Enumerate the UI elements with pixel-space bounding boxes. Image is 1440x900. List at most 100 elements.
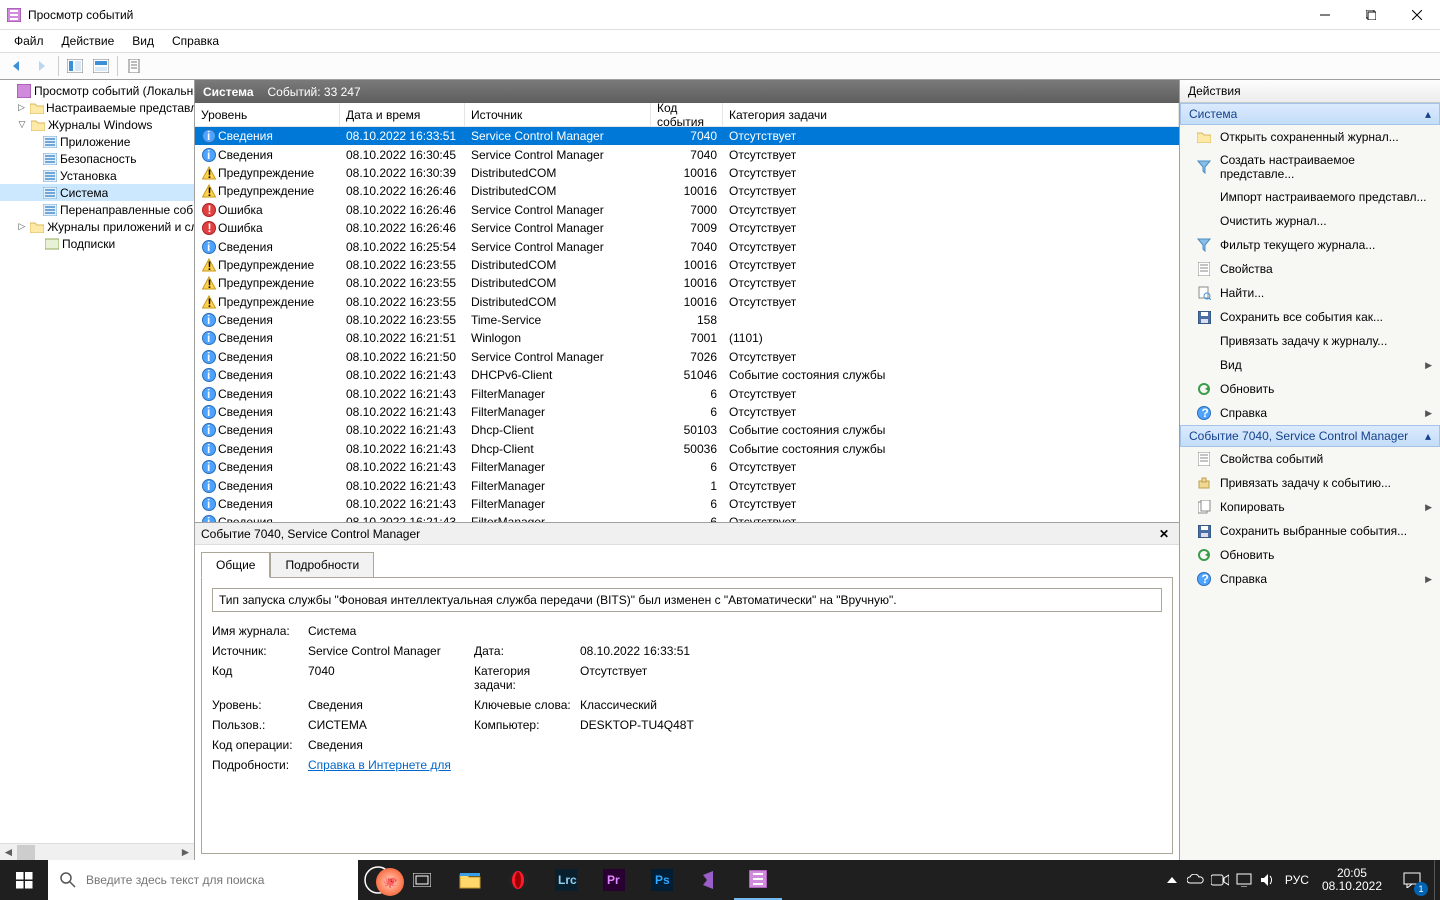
event-row[interactable]: iСведения08.10.2022 16:21:43FilterManage…: [195, 476, 1179, 494]
action-item[interactable]: ?Справка▶: [1180, 567, 1440, 591]
tree-log-приложение[interactable]: Приложение: [0, 133, 194, 150]
event-row[interactable]: iСведения08.10.2022 16:21:43DHCPv6-Clien…: [195, 366, 1179, 384]
taskbar-eventviewer[interactable]: [734, 860, 782, 900]
action-item[interactable]: Открыть сохраненный журнал...: [1180, 125, 1440, 149]
close-button[interactable]: [1394, 0, 1440, 30]
cortana-button[interactable]: 🐙: [358, 860, 398, 900]
event-row[interactable]: iСведения08.10.2022 16:21:50Service Cont…: [195, 348, 1179, 366]
action-item[interactable]: Обновить: [1180, 377, 1440, 401]
tree-hscrollbar[interactable]: ◄►: [0, 843, 194, 860]
tray-clock[interactable]: 20:05 08.10.2022: [1314, 867, 1390, 893]
tray-network-icon[interactable]: [1232, 860, 1256, 900]
taskbar-premiere[interactable]: Pr: [590, 860, 638, 900]
maximize-button[interactable]: [1348, 0, 1394, 30]
event-row[interactable]: iСведения08.10.2022 16:21:43FilterManage…: [195, 513, 1179, 522]
action-item[interactable]: Привязать задачу к журналу...: [1180, 329, 1440, 353]
event-list[interactable]: iСведения08.10.2022 16:33:51Service Cont…: [195, 127, 1179, 522]
toolbar-properties-button[interactable]: [122, 55, 146, 77]
event-row[interactable]: !Предупреждение08.10.2022 16:23:55Distri…: [195, 274, 1179, 292]
toolbar-forward-button[interactable]: [30, 55, 54, 77]
tray-overflow[interactable]: [1160, 860, 1184, 900]
taskbar-opera[interactable]: [494, 860, 542, 900]
tray-language[interactable]: РУС: [1280, 860, 1314, 900]
action-item[interactable]: Вид▶: [1180, 353, 1440, 377]
tree-windows-logs[interactable]: ▽Журналы Windows: [0, 116, 194, 133]
event-row[interactable]: iСведения08.10.2022 16:21:43Dhcp-Client5…: [195, 440, 1179, 458]
menu-view[interactable]: Вид: [124, 32, 162, 50]
event-row[interactable]: !Ошибка08.10.2022 16:26:46Service Contro…: [195, 201, 1179, 219]
tree-custom-views[interactable]: ▷Настраиваемые представле: [0, 99, 194, 116]
tab-general[interactable]: Общие: [201, 552, 270, 578]
search-input[interactable]: [86, 873, 346, 887]
action-item[interactable]: ?Справка▶: [1180, 401, 1440, 425]
event-row[interactable]: !Предупреждение08.10.2022 16:30:39Distri…: [195, 164, 1179, 182]
start-button[interactable]: [0, 860, 48, 900]
event-row[interactable]: iСведения08.10.2022 16:21:43FilterManage…: [195, 403, 1179, 421]
event-row[interactable]: !Предупреждение08.10.2022 16:23:55Distri…: [195, 293, 1179, 311]
detail-close-button[interactable]: ✕: [1155, 527, 1173, 541]
tree-root[interactable]: Просмотр событий (Локальн: [0, 82, 194, 99]
event-row[interactable]: iСведения08.10.2022 16:30:45Service Cont…: [195, 145, 1179, 163]
action-item[interactable]: Обновить: [1180, 543, 1440, 567]
action-item[interactable]: Сохранить все события как...: [1180, 305, 1440, 329]
taskbar-lrc[interactable]: Lrc: [542, 860, 590, 900]
taskbar-photoshop[interactable]: Ps: [638, 860, 686, 900]
actions-section-event[interactable]: Событие 7040, Service Control Manager▴: [1180, 425, 1440, 447]
action-item[interactable]: Свойства событий: [1180, 447, 1440, 471]
action-item[interactable]: Импорт настраиваемого представл...: [1180, 185, 1440, 209]
action-item[interactable]: Копировать▶: [1180, 495, 1440, 519]
menu-action[interactable]: Действие: [54, 32, 123, 50]
tree-log-перенаправленные соб[interactable]: Перенаправленные соб: [0, 201, 194, 218]
event-row[interactable]: iСведения08.10.2022 16:21:43FilterManage…: [195, 458, 1179, 476]
col-task[interactable]: Категория задачи: [723, 103, 1179, 126]
info-icon: i: [201, 460, 216, 475]
online-help-link[interactable]: Справка в Интернете для: [308, 758, 468, 772]
event-row[interactable]: !Предупреждение08.10.2022 16:26:46Distri…: [195, 182, 1179, 200]
taskbar-search[interactable]: [48, 860, 358, 900]
taskbar-explorer[interactable]: [446, 860, 494, 900]
minimize-button[interactable]: [1302, 0, 1348, 30]
menu-help[interactable]: Справка: [164, 32, 227, 50]
info-icon: i: [201, 515, 216, 522]
action-item[interactable]: Сохранить выбранные события...: [1180, 519, 1440, 543]
tree-subscriptions[interactable]: Подписки: [0, 235, 194, 252]
tree-log-система[interactable]: Система: [0, 184, 194, 201]
toolbar-show-tree-button[interactable]: [63, 55, 87, 77]
event-row[interactable]: iСведения08.10.2022 16:21:43Dhcp-Client5…: [195, 421, 1179, 439]
col-level[interactable]: Уровень: [195, 103, 340, 126]
actions-section-log[interactable]: Система▴: [1180, 103, 1440, 125]
col-source[interactable]: Источник: [465, 103, 651, 126]
action-item[interactable]: Найти...: [1180, 281, 1440, 305]
tree-log-безопасность[interactable]: Безопасность: [0, 150, 194, 167]
event-row[interactable]: iСведения08.10.2022 16:21:43FilterManage…: [195, 495, 1179, 513]
action-item[interactable]: Привязать задачу к событию...: [1180, 471, 1440, 495]
event-row[interactable]: !Предупреждение08.10.2022 16:23:55Distri…: [195, 256, 1179, 274]
taskbar-visualstudio[interactable]: [686, 860, 734, 900]
col-datetime[interactable]: Дата и время: [340, 103, 465, 126]
action-item[interactable]: Создать настраиваемое представле...: [1180, 149, 1440, 185]
menu-file[interactable]: Файл: [6, 32, 52, 50]
event-row[interactable]: !Ошибка08.10.2022 16:26:46Service Contro…: [195, 219, 1179, 237]
event-row[interactable]: iСведения08.10.2022 16:33:51Service Cont…: [195, 127, 1179, 145]
show-desktop-button[interactable]: [1434, 860, 1440, 900]
action-item[interactable]: Очистить журнал...: [1180, 209, 1440, 233]
tray-onedrive-icon[interactable]: [1184, 860, 1208, 900]
event-row[interactable]: iСведения08.10.2022 16:23:55Time-Service…: [195, 311, 1179, 329]
tray-notifications[interactable]: 1: [1390, 860, 1434, 900]
svg-text:!: !: [207, 277, 211, 290]
event-row[interactable]: iСведения08.10.2022 16:21:43FilterManage…: [195, 384, 1179, 402]
task-view-button[interactable]: [398, 860, 446, 900]
event-row[interactable]: iСведения08.10.2022 16:25:54Service Cont…: [195, 237, 1179, 255]
tree-app-service-logs[interactable]: ▷Журналы приложений и сл: [0, 218, 194, 235]
toolbar-back-button[interactable]: [4, 55, 28, 77]
tab-details[interactable]: Подробности: [270, 552, 374, 578]
tree-log-установка[interactable]: Установка: [0, 167, 194, 184]
folder-icon: [30, 117, 46, 133]
action-item[interactable]: Фильтр текущего журнала...: [1180, 233, 1440, 257]
tray-meetnow-icon[interactable]: [1208, 860, 1232, 900]
toolbar-preview-button[interactable]: [89, 55, 113, 77]
action-item[interactable]: Свойства: [1180, 257, 1440, 281]
col-eventid[interactable]: Код события: [651, 103, 723, 126]
event-row[interactable]: iСведения08.10.2022 16:21:51Winlogon7001…: [195, 329, 1179, 347]
tray-volume-icon[interactable]: [1256, 860, 1280, 900]
